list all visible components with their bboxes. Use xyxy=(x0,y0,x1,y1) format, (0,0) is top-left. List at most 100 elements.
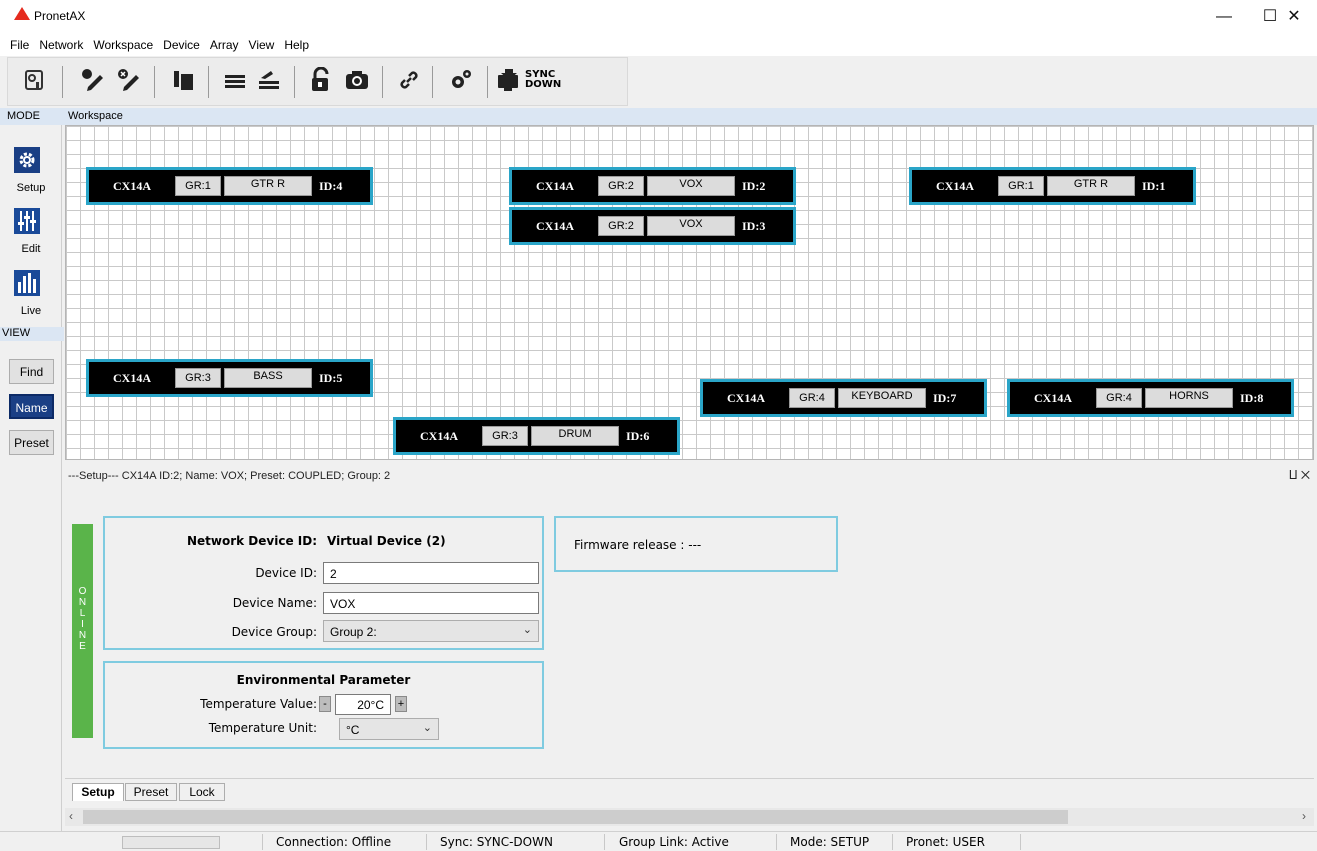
scrollbar-thumb[interactable] xyxy=(83,810,1068,824)
device-name-field[interactable]: VOX xyxy=(323,592,539,614)
device-model: CX14A xyxy=(1034,391,1072,405)
device-model: CX14A xyxy=(113,371,151,385)
pin-close-icon[interactable]: ⨿ ✕ xyxy=(1289,468,1310,483)
device-block[interactable]: CX14A GR:3 DRUM ID:6 xyxy=(393,417,680,455)
menu-workspace[interactable]: Workspace xyxy=(88,34,158,52)
stack-button[interactable] xyxy=(254,65,284,95)
toolbar-separator xyxy=(382,66,383,98)
device-block[interactable]: CX14A GR:1 GTR R ID:4 xyxy=(86,167,373,205)
edit-off-button[interactable] xyxy=(114,65,144,95)
temperature-increment-button[interactable]: + xyxy=(395,696,407,712)
setup-mode-button[interactable] xyxy=(14,147,40,173)
device-name: KEYBOARD xyxy=(838,388,926,408)
menu-view[interactable]: View xyxy=(244,34,280,52)
menu-bar: File Network Workspace Device Array View Help xyxy=(0,34,1317,56)
live-mode-label: Live xyxy=(20,305,42,317)
unlock-button[interactable] xyxy=(306,65,336,95)
name-view-button[interactable]: Name xyxy=(9,394,54,419)
env-title: Environmental Parameter xyxy=(236,673,411,687)
horizontal-scrollbar[interactable]: ‹ › xyxy=(65,808,1314,826)
device-id: ID:5 xyxy=(319,371,343,385)
device-settings-icon xyxy=(25,70,43,90)
preset-view-button[interactable]: Preset xyxy=(9,430,54,455)
menu-array[interactable]: Array xyxy=(205,34,244,52)
workspace-canvas[interactable]: CX14A GR:1 GTR R ID:4 CX14A GR:2 VOX ID:… xyxy=(65,125,1314,460)
minimize-button[interactable]: — xyxy=(1201,0,1247,34)
pencil-icon xyxy=(82,69,103,91)
toolbar-separator xyxy=(294,66,295,98)
menu-device[interactable]: Device xyxy=(158,34,205,52)
close-button[interactable]: ✕ xyxy=(1271,0,1317,34)
link-button[interactable] xyxy=(394,65,424,95)
device-model: CX14A xyxy=(536,179,574,193)
device-block[interactable]: CX14A GR:4 KEYBOARD ID:7 xyxy=(700,379,987,417)
setup-panel-header: ---Setup--- CX14A ID:2; Name: VOX; Prese… xyxy=(65,466,1314,486)
snapshot-button[interactable] xyxy=(342,65,372,95)
temperature-unit-select[interactable]: °C ⌄ xyxy=(339,718,439,740)
device-id-field[interactable]: 2 xyxy=(323,562,539,584)
online-letter: O xyxy=(78,586,87,597)
device-name: BASS xyxy=(224,368,312,388)
pencil-disabled-icon xyxy=(118,69,139,91)
device-block[interactable]: CX14A GR:1 GTR R ID:1 xyxy=(909,167,1196,205)
device-settings-button[interactable] xyxy=(19,65,49,95)
online-letter: I xyxy=(81,619,84,630)
device-id: ID:8 xyxy=(1240,391,1264,405)
align-button[interactable] xyxy=(220,65,250,95)
environmental-box: Environmental Parameter Temperature Valu… xyxy=(103,661,544,749)
device-name: HORNS xyxy=(1145,388,1233,408)
app-title: PronetAX xyxy=(34,9,86,23)
menu-file[interactable]: File xyxy=(0,34,34,52)
temperature-value-field[interactable]: 20°C xyxy=(335,694,391,715)
stack-icon xyxy=(259,71,279,89)
device-block[interactable]: CX14A GR:2 VOX ID:2 xyxy=(509,167,796,205)
tab-setup[interactable]: Setup xyxy=(72,783,124,801)
tab-lock[interactable]: Lock xyxy=(179,783,225,801)
find-view-button[interactable]: Find xyxy=(9,359,54,384)
online-letter: N xyxy=(78,630,87,641)
chevron-down-icon: ⌄ xyxy=(422,722,432,734)
device-group: GR:4 xyxy=(1096,388,1142,408)
device-block[interactable]: CX14A GR:4 HORNS ID:8 xyxy=(1007,379,1294,417)
tab-preset[interactable]: Preset xyxy=(125,783,177,801)
view-header: VIEW xyxy=(0,327,64,341)
header-strip: MODE Workspace xyxy=(0,108,1317,125)
temperature-decrement-button[interactable]: - xyxy=(319,696,331,712)
status-connection: Connection: Offline xyxy=(276,835,392,849)
chevron-down-icon: ⌄ xyxy=(522,624,532,636)
device-name: VOX xyxy=(647,176,735,196)
status-separator xyxy=(262,834,263,850)
toolbar: SYNC DOWN xyxy=(7,57,628,106)
mode-header: MODE xyxy=(7,110,40,122)
gear-icon xyxy=(19,152,35,168)
align-icon xyxy=(225,75,245,88)
device-block[interactable]: CX14A GR:2 VOX ID:3 xyxy=(509,207,796,245)
status-pronet: Pronet: USER xyxy=(906,835,985,849)
scroll-left-icon[interactable]: ‹ xyxy=(69,809,73,823)
device-id: ID:3 xyxy=(742,219,766,233)
device-group-label: Device Group: xyxy=(231,625,317,639)
device-block[interactable]: CX14A GR:3 BASS ID:5 xyxy=(86,359,373,397)
copy-button[interactable] xyxy=(168,65,198,95)
scroll-right-icon[interactable]: › xyxy=(1302,809,1306,823)
status-group-link: Group Link: Active xyxy=(619,835,729,849)
device-group-value: Group 2: xyxy=(330,625,377,639)
device-group: GR:2 xyxy=(598,216,644,236)
device-group-select[interactable]: Group 2: ⌄ xyxy=(323,620,539,642)
edit-mode-button[interactable] xyxy=(14,208,40,234)
device-id: ID:2 xyxy=(742,179,766,193)
menu-help[interactable]: Help xyxy=(279,34,314,52)
status-bar: Connection: Offline Sync: SYNC-DOWN Grou… xyxy=(0,831,1317,851)
menu-network[interactable]: Network xyxy=(34,34,88,52)
settings-button[interactable] xyxy=(446,65,476,95)
live-mode-button[interactable] xyxy=(14,270,40,296)
device-group: GR:4 xyxy=(789,388,835,408)
device-group: GR:1 xyxy=(998,176,1044,196)
sync-down-button[interactable]: SYNC DOWN xyxy=(496,65,566,95)
device-id: ID:7 xyxy=(933,391,957,405)
online-letter: N xyxy=(78,597,87,608)
edit-button[interactable] xyxy=(78,65,108,95)
toolbar-separator xyxy=(487,66,488,98)
copy-icon xyxy=(174,71,193,90)
network-device-box: Network Device ID: Virtual Device (2) De… xyxy=(103,516,544,650)
